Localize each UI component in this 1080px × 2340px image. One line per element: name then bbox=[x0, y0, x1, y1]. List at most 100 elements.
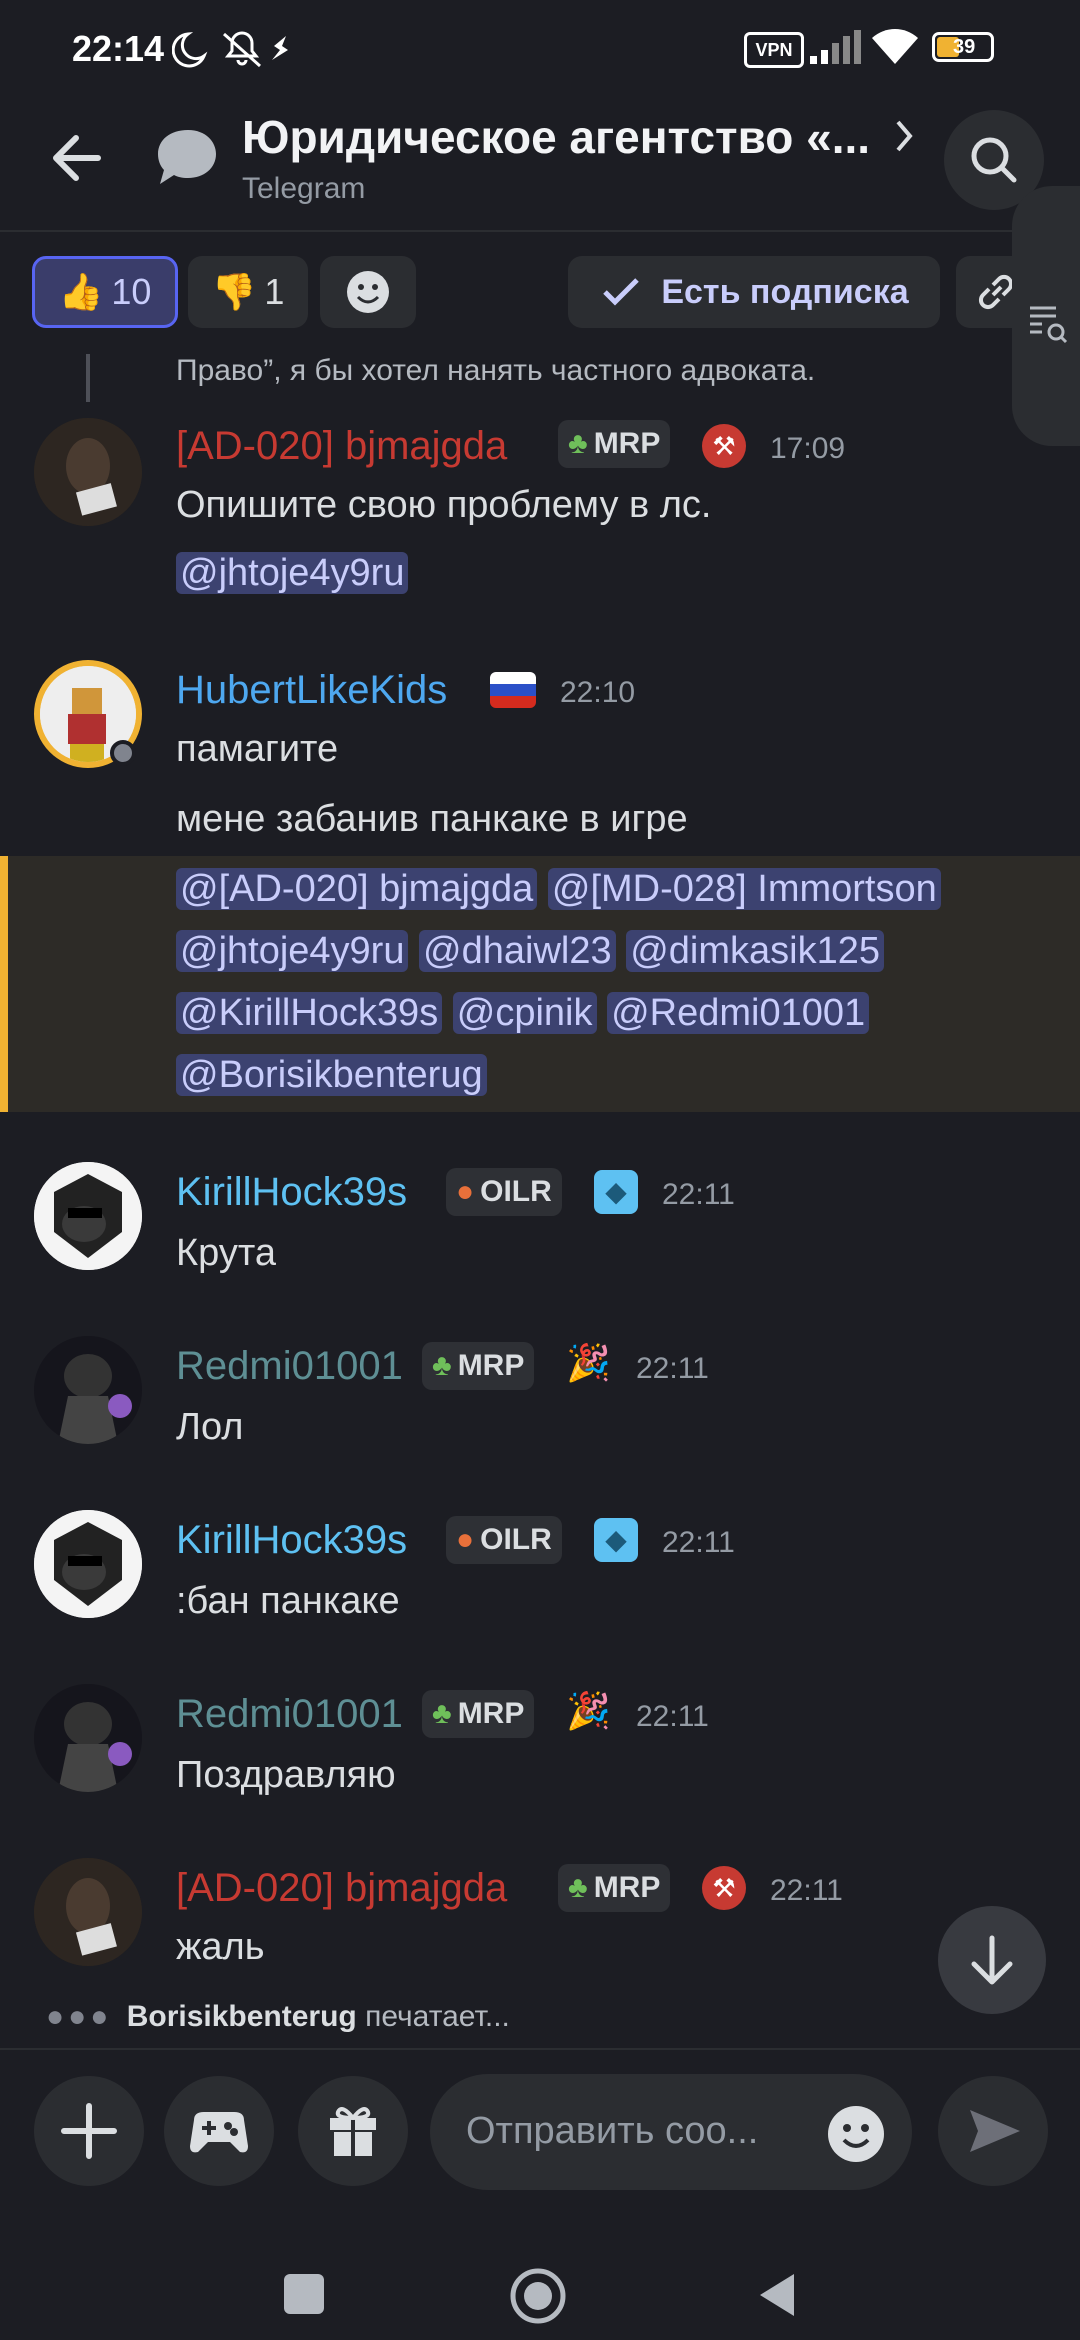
guild-tag[interactable]: ♣ MRP bbox=[558, 420, 671, 468]
guild-tag-label: OILR bbox=[480, 1175, 552, 1208]
gift-icon bbox=[330, 2107, 376, 2156]
add-reaction-button[interactable] bbox=[320, 256, 416, 328]
user-mention[interactable]: @jhtoje4y9ru bbox=[176, 552, 409, 594]
diamond-icon: ◆ bbox=[594, 1518, 638, 1562]
reaction-dislike[interactable]: 👎 1 bbox=[188, 256, 308, 328]
user-mention[interactable]: @dhaiwl23 bbox=[419, 930, 616, 972]
guild-tag[interactable]: ♣ MRP bbox=[558, 1864, 671, 1912]
leaf-icon: ♣ bbox=[432, 1349, 452, 1382]
message-text: Крута bbox=[176, 1232, 276, 1274]
channel-header: Юридическое агентство «... Telegram bbox=[0, 100, 1080, 232]
battery-level: 39 bbox=[953, 36, 976, 58]
message-time: 17:09 bbox=[770, 432, 846, 465]
avatar[interactable] bbox=[34, 1336, 142, 1444]
reaction-like[interactable]: 👍 10 bbox=[32, 256, 178, 328]
message-username[interactable]: KirillHock39s bbox=[176, 1518, 407, 1563]
jump-to-bottom-button[interactable] bbox=[938, 1906, 1046, 2014]
message-input-placeholder: Отправить соо... bbox=[466, 2110, 759, 2152]
avatar[interactable] bbox=[34, 418, 142, 526]
status-icons-left bbox=[172, 31, 288, 68]
send-icon bbox=[970, 2110, 1020, 2152]
message-username[interactable]: [AD-020] bjmajgda bbox=[176, 424, 507, 469]
channel-title[interactable]: Юридическое агентство «... bbox=[242, 110, 870, 164]
gamepad-icon bbox=[190, 2112, 248, 2153]
message-input[interactable]: Отправить соо... bbox=[430, 2074, 912, 2190]
signal-icon bbox=[810, 30, 861, 64]
message-time: 22:11 bbox=[636, 1700, 709, 1733]
flame-icon: ● bbox=[456, 1175, 475, 1208]
status-time: 22:14 bbox=[72, 28, 165, 69]
avatar[interactable] bbox=[34, 1510, 142, 1618]
message-username[interactable]: Redmi01001 bbox=[176, 1344, 403, 1389]
guild-tag[interactable]: ● OILR bbox=[446, 1168, 562, 1216]
checkmark-icon bbox=[603, 278, 640, 306]
message-username[interactable]: HubertLikeKids bbox=[176, 668, 447, 713]
message-text: Опишите свою проблему в лс. bbox=[176, 484, 712, 526]
gavel-icon: ⚒ bbox=[702, 424, 746, 468]
avatar[interactable] bbox=[34, 1684, 142, 1792]
diamond-icon: ◆ bbox=[594, 1170, 638, 1214]
subscription-button[interactable]: Есть подписка bbox=[568, 256, 940, 328]
guild-tag[interactable]: ♣ MRP bbox=[422, 1342, 535, 1390]
leaf-icon: ♣ bbox=[432, 1697, 452, 1730]
user-mention[interactable]: @KirillHock39s bbox=[176, 992, 443, 1034]
avatar[interactable] bbox=[34, 1858, 142, 1966]
gift-button[interactable] bbox=[298, 2076, 408, 2186]
attach-button[interactable] bbox=[34, 2076, 144, 2186]
message-username[interactable]: KirillHock39s bbox=[176, 1170, 407, 1215]
side-panel-handle[interactable] bbox=[1012, 186, 1080, 446]
status-bar: 22:14 VPN 39 bbox=[0, 0, 1080, 100]
avatar[interactable] bbox=[34, 1162, 142, 1270]
party-popper-icon: 🎉 bbox=[566, 1342, 611, 1383]
quoted-text: Право”, я бы хотел нанять частного адвок… bbox=[176, 354, 816, 387]
smiley-icon bbox=[347, 271, 389, 313]
leaf-icon: ♣ bbox=[568, 427, 588, 460]
user-mention[interactable]: @Redmi01001 bbox=[607, 992, 870, 1034]
user-mention[interactable]: @[AD-020] bjmajgda bbox=[176, 868, 538, 910]
guild-tag-label: MRP bbox=[457, 1349, 525, 1382]
message-username[interactable]: [AD-020] bjmajgda bbox=[176, 1866, 507, 1911]
arrow-down-icon bbox=[971, 1935, 1013, 1985]
status-dot bbox=[110, 740, 136, 766]
back-arrow-icon[interactable] bbox=[48, 128, 108, 188]
guild-tag-label: MRP bbox=[457, 1697, 525, 1730]
user-mention[interactable]: @Borisikbenterug bbox=[176, 1054, 487, 1096]
send-button[interactable] bbox=[938, 2076, 1048, 2186]
mention-row: @jhtoje4y9ru @dhaiwl23 @dimkasik125 bbox=[176, 930, 884, 973]
back-button[interactable] bbox=[754, 2270, 800, 2320]
mention-row: @[AD-020] bjmajgda @[MD-028] Immortson bbox=[176, 868, 941, 911]
user-mention[interactable]: @[MD-028] Immortson bbox=[547, 868, 941, 910]
reaction-dislike-count: 1 bbox=[264, 271, 285, 312]
thread-icon bbox=[158, 130, 216, 184]
wifi-icon bbox=[872, 29, 918, 64]
mention-row: @KirillHock39s @cpinik @Redmi01001 bbox=[176, 992, 870, 1035]
message-text: :бан панкаке bbox=[176, 1580, 400, 1622]
gavel-icon: ⚒ bbox=[702, 1866, 746, 1910]
system-nav-bar bbox=[0, 2230, 1080, 2340]
subscription-label: Есть подписка bbox=[661, 272, 909, 311]
guild-tag[interactable]: ♣ MRP bbox=[422, 1690, 535, 1738]
message-time: 22:11 bbox=[636, 1352, 709, 1385]
guild-tag[interactable]: ● OILR bbox=[446, 1516, 562, 1564]
reply-line bbox=[86, 354, 90, 402]
reaction-like-count: 10 bbox=[111, 271, 152, 312]
home-button[interactable] bbox=[508, 2266, 568, 2326]
message-text: жаль bbox=[176, 1926, 265, 1968]
recents-button[interactable] bbox=[284, 2274, 324, 2314]
message-time: 22:11 bbox=[662, 1178, 735, 1211]
emoji-picker-icon[interactable] bbox=[826, 2104, 886, 2164]
guild-tag-label: MRP bbox=[593, 427, 661, 460]
message-text: мене забанив панкаке в игре bbox=[176, 798, 688, 840]
battery-icon: 39 bbox=[932, 32, 994, 62]
typing-dots-icon: ●●● bbox=[46, 2000, 113, 2033]
user-mention[interactable]: @cpinik bbox=[452, 992, 597, 1034]
user-mention[interactable]: @dimkasik125 bbox=[626, 930, 884, 972]
activities-button[interactable] bbox=[164, 2076, 274, 2186]
user-mention[interactable]: @jhtoje4y9ru bbox=[176, 930, 409, 972]
message-username[interactable]: Redmi01001 bbox=[176, 1692, 403, 1737]
party-popper-icon: 🎉 bbox=[566, 1690, 611, 1731]
chevron-right-icon[interactable] bbox=[890, 116, 918, 156]
mention-row: @Borisikbenterug bbox=[176, 1054, 487, 1097]
russia-flag-icon bbox=[490, 672, 536, 708]
message-time: 22:10 bbox=[560, 676, 636, 709]
